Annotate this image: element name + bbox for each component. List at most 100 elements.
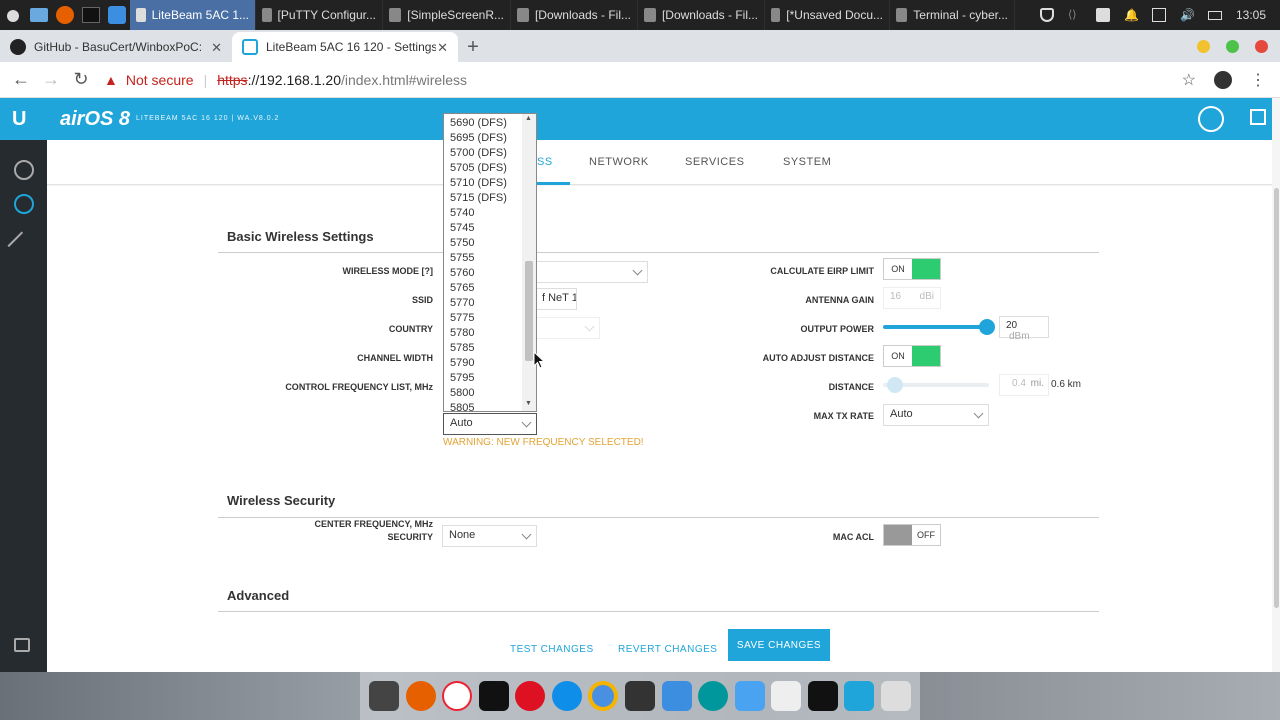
ubiquiti-logo[interactable]: U (12, 108, 26, 131)
security-select[interactable]: None (442, 525, 537, 547)
finder-icon[interactable] (734, 681, 765, 711)
page-scrollbar[interactable] (1272, 98, 1280, 672)
tab-system[interactable]: SYSTEM (783, 156, 831, 168)
dashboard-gauge-icon[interactable] (14, 160, 34, 180)
code-icon[interactable]: ⟨⟩ (1068, 8, 1082, 22)
wireless-mode-select[interactable] (535, 261, 648, 283)
shield-icon[interactable] (1039, 8, 1054, 22)
dropdown-scroll-thumb[interactable] (525, 261, 533, 361)
teamviewer-icon[interactable] (551, 681, 582, 711)
distance-knob[interactable] (887, 377, 903, 393)
desktop-dock-area (0, 672, 1280, 720)
eirp-limit-toggle[interactable]: ON (883, 258, 941, 280)
maximize-button[interactable] (1226, 40, 1239, 53)
chrome-icon[interactable] (588, 681, 619, 711)
close-icon[interactable]: ✕ (437, 40, 448, 56)
firefox-icon[interactable] (405, 681, 436, 711)
scroll-down-icon[interactable]: ▼ (525, 400, 532, 407)
app-grid-icon[interactable] (661, 681, 692, 711)
volume-icon[interactable]: 🔊 (1180, 8, 1195, 22)
close-window-button[interactable] (1255, 40, 1268, 53)
country-select[interactable] (535, 317, 600, 339)
settings-gears-icon[interactable] (14, 194, 34, 214)
firefox-launcher-icon[interactable] (52, 0, 78, 30)
arduino-icon[interactable] (698, 681, 729, 711)
terminal-launcher-icon[interactable] (78, 0, 104, 30)
advanced-section[interactable]: Advanced (47, 576, 1272, 612)
clock[interactable]: 13:05 (1236, 8, 1266, 22)
taskbar-item[interactable]: Terminal - cyber... (890, 0, 1015, 30)
tab-services[interactable]: SERVICES (685, 156, 744, 168)
not-secure-indicator[interactable]: ▲ Not secure (104, 72, 194, 88)
taskbar-item[interactable]: [Downloads - Fil... (511, 0, 638, 30)
battery-icon[interactable] (1207, 10, 1222, 20)
wand-tools-icon[interactable] (7, 231, 25, 249)
back-arrow-icon[interactable]: ← (6, 65, 36, 95)
ssid-input[interactable]: f NeT 1 (535, 288, 577, 310)
toggle-state: ON (884, 259, 912, 279)
output-power-input[interactable]: 20 dBm (999, 316, 1049, 342)
bell-icon[interactable]: 🔔 (1124, 8, 1139, 22)
center-frequency-dropdown-list[interactable]: 5690 (DFS) 5695 (DFS) 5700 (DFS) 5705 (DFS)… (443, 113, 537, 412)
text-editor-icon[interactable] (771, 681, 802, 711)
chevron-down-icon (521, 529, 532, 540)
url-box[interactable]: ▲ Not secure | https ://192.168.1.20 /in… (104, 66, 1174, 94)
distance-input[interactable]: 0.4 mi. (999, 374, 1049, 396)
scroll-up-icon[interactable]: ▲ (525, 115, 532, 122)
record-icon[interactable] (515, 681, 546, 711)
apple-menu-icon[interactable] (0, 0, 26, 30)
center-frequency-value: Auto (450, 417, 473, 429)
antenna-gain-value: 16 (890, 291, 902, 302)
max-tx-rate-select[interactable]: Auto (883, 404, 989, 426)
max-tx-rate-value: Auto (890, 408, 913, 420)
launchpad-icon[interactable] (369, 681, 400, 711)
taskbar-item[interactable]: [SimpleScreenR... (383, 0, 511, 30)
taskbar-item[interactable]: LiteBeam 5AC 1... (130, 0, 256, 30)
browser-tab-github[interactable]: GitHub - BasuCert/WinboxPoC: ... ✕ (0, 32, 232, 62)
auto-distance-toggle[interactable]: ON (883, 345, 941, 367)
putty-icon[interactable] (624, 681, 655, 711)
airos-topbar: U airOS 8 LITEBEAM 5AC 16 120 | WA.V8.0.… (0, 98, 1272, 140)
max-tx-rate-label: MAX TX RATE (813, 411, 874, 421)
taskbar-item[interactable]: [*Unsaved Docu... (765, 0, 890, 30)
tab-wireless[interactable]: SS (537, 156, 553, 168)
menu-kebab-icon[interactable]: ⋮ (1250, 70, 1266, 90)
test-changes-button[interactable]: TEST CHANGES (510, 644, 594, 655)
wireless-security-title: Wireless Security (227, 493, 336, 508)
antenna-gain-input[interactable]: 16 dBi (883, 287, 941, 309)
screen-share-icon[interactable] (844, 681, 875, 711)
tools-icon[interactable] (1198, 106, 1224, 132)
taskbar-item[interactable]: [PuTTY Configur... (256, 0, 383, 30)
logout-icon[interactable] (1250, 109, 1266, 125)
browser-tab-litebeam[interactable]: LiteBeam 5AC 16 120 - Settings ✕ (232, 32, 458, 62)
files-launcher-icon[interactable] (26, 0, 52, 30)
taskbar-item[interactable]: [Downloads - Fil... (638, 0, 765, 30)
reload-icon[interactable]: ↻ (66, 65, 96, 95)
save-changes-button[interactable]: SAVE CHANGES (728, 629, 830, 661)
installer-icon[interactable] (880, 681, 911, 711)
wifi-icon (242, 39, 258, 55)
folder-icon (644, 8, 656, 22)
minimize-button[interactable] (1197, 40, 1210, 53)
mac-acl-toggle[interactable]: OFF (883, 524, 941, 546)
camera-icon[interactable] (1095, 8, 1110, 22)
log-icon[interactable] (14, 638, 30, 652)
forward-arrow-icon[interactable]: → (36, 65, 66, 95)
network-icon[interactable] (1151, 8, 1166, 22)
center-frequency-select[interactable]: Auto (443, 413, 537, 435)
distance-unit: mi. (1030, 378, 1044, 389)
new-tab-button[interactable]: + (458, 32, 488, 62)
finder-launcher-icon[interactable] (104, 0, 130, 30)
antenna-gain-unit: dBi (919, 291, 934, 302)
profile-avatar[interactable] (1214, 71, 1232, 89)
output-power-slider[interactable] (883, 325, 989, 329)
terminal-icon[interactable] (478, 681, 509, 711)
page-scroll-thumb[interactable] (1274, 188, 1279, 608)
output-power-knob[interactable] (979, 319, 995, 335)
terminal-dock-icon[interactable] (807, 681, 838, 711)
close-icon[interactable]: ✕ (211, 40, 222, 56)
itunes-icon[interactable] (442, 681, 473, 711)
bookmark-star-icon[interactable]: ☆ (1182, 70, 1196, 90)
revert-changes-button[interactable]: REVERT CHANGES (618, 644, 717, 655)
tab-network[interactable]: NETWORK (589, 156, 649, 168)
